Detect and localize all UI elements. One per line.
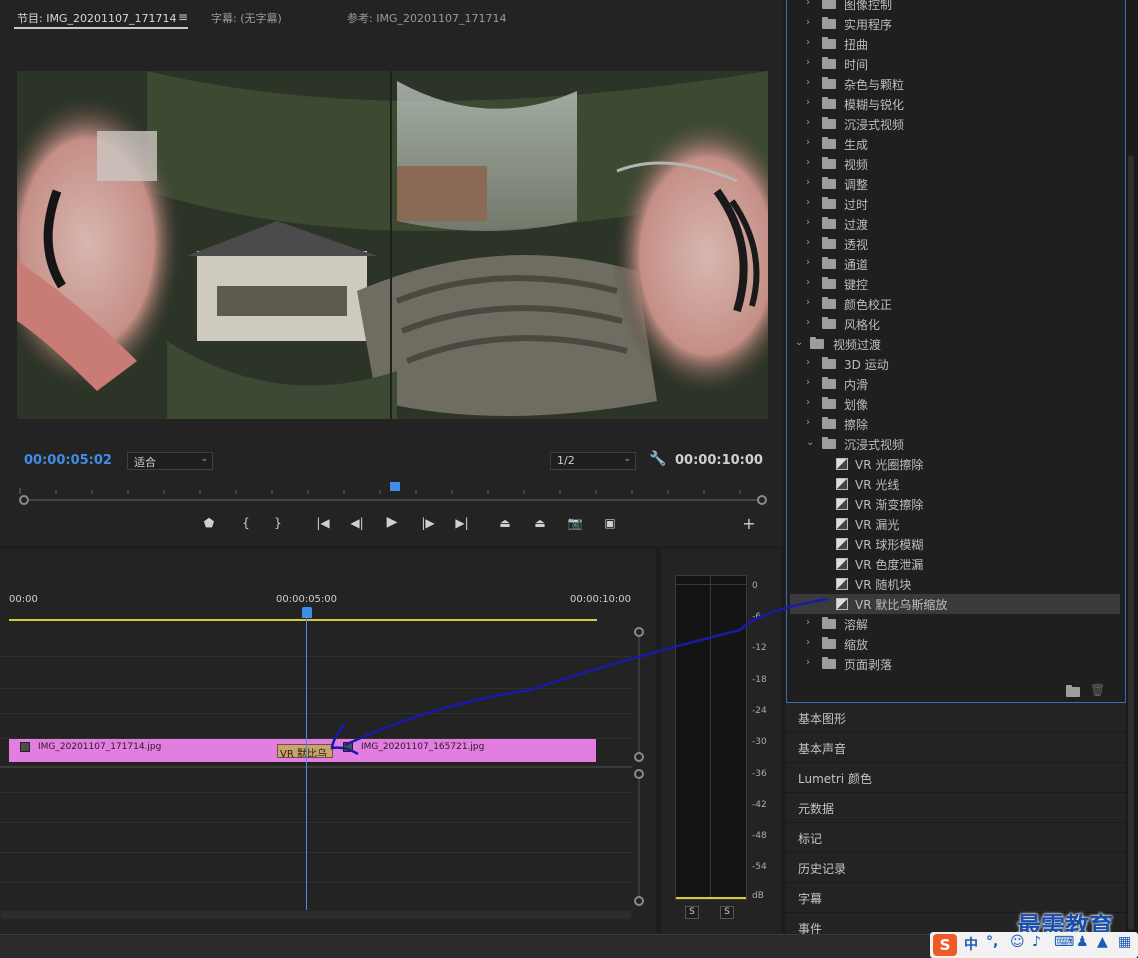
emoji-icon[interactable]: ☺ <box>1010 934 1025 950</box>
keyboard-icon[interactable]: ⌨ <box>1054 934 1074 950</box>
grid-icon[interactable]: ▦ <box>1118 934 1131 950</box>
user-icon[interactable]: ♟ <box>1076 934 1089 950</box>
ime-mode[interactable]: 中 <box>964 934 978 954</box>
microphone-icon[interactable]: ♪ <box>1032 934 1041 950</box>
annotation-arrow <box>330 597 829 756</box>
ime-logo-icon[interactable]: S <box>933 934 957 956</box>
skin-icon[interactable]: ▲ <box>1097 934 1108 950</box>
ime-punctuation[interactable]: °, <box>986 934 998 950</box>
